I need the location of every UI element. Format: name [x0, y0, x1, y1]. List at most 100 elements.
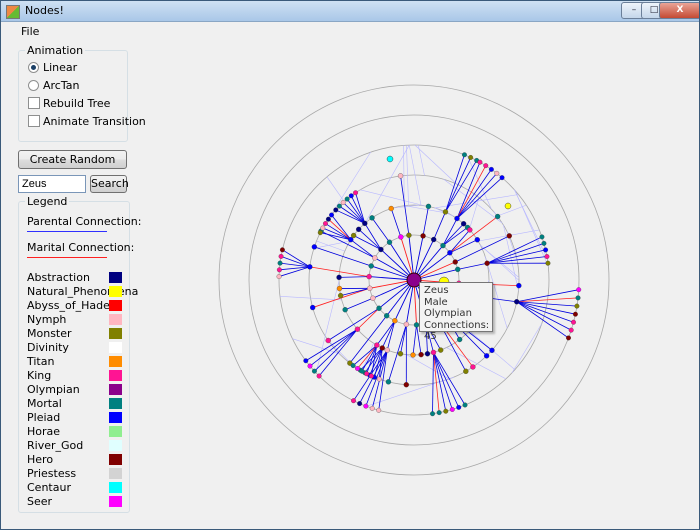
edge [456, 165, 487, 219]
graph-node [355, 366, 360, 371]
graph-node [455, 266, 461, 273]
edge [516, 301, 572, 331]
graph-node [452, 259, 458, 265]
app-window: Nodes! – □ X File Animation Linear ArcTa… [0, 0, 700, 530]
graph-node [468, 155, 474, 160]
graph-node [368, 263, 374, 269]
edge [412, 324, 417, 356]
graph-node [398, 234, 404, 240]
tooltip-connections: Connections: 45 [424, 319, 490, 343]
graph-node [440, 242, 446, 249]
graph-node [348, 237, 354, 243]
edge [335, 209, 365, 224]
graph-node [410, 352, 416, 358]
graph-node [276, 267, 282, 273]
graph-node [376, 407, 382, 413]
graph-node [307, 363, 313, 369]
edge [305, 328, 358, 362]
graph-node [303, 358, 309, 364]
graph-node [397, 173, 404, 179]
edge [433, 211, 446, 240]
graph-node [489, 347, 495, 353]
graph-node [320, 225, 326, 231]
graph-node [430, 349, 437, 356]
graph-node [418, 352, 424, 358]
tooltip-gender: Male [424, 296, 448, 308]
cross-link [511, 323, 543, 374]
edge [339, 276, 370, 278]
tooltip-name: Zeus [424, 285, 449, 296]
graph-node [378, 246, 384, 253]
graph-node [348, 193, 354, 199]
edge [449, 239, 478, 254]
graph-node [442, 209, 449, 215]
edge [486, 236, 543, 264]
graph-node [359, 368, 365, 374]
edge [388, 324, 407, 382]
graph-node [467, 227, 473, 233]
graph-node [460, 221, 467, 227]
graph-node [568, 327, 574, 333]
edge [325, 223, 351, 241]
graph-canvas[interactable] [1, 1, 699, 529]
graph-node [350, 232, 357, 239]
edge [314, 246, 372, 267]
edge [433, 352, 447, 412]
edge [346, 198, 366, 224]
graph-node [279, 247, 285, 253]
graph-node [494, 170, 500, 176]
graph-node [494, 213, 501, 220]
graph-node [506, 233, 512, 239]
graph-node [539, 234, 545, 240]
graph-node [278, 253, 284, 259]
edge [318, 328, 358, 377]
edge [442, 218, 458, 246]
graph-node [544, 254, 550, 259]
graph-node [385, 379, 392, 385]
graph-node [488, 166, 494, 172]
graph-node [325, 216, 331, 222]
graph-node [372, 255, 378, 261]
graph-node [374, 342, 380, 348]
edge [457, 262, 488, 270]
graph-node [575, 295, 581, 301]
cross-link [414, 144, 457, 185]
graph-node [572, 311, 578, 317]
graph-node [351, 398, 356, 404]
graph-node [545, 260, 551, 266]
edge [309, 328, 358, 367]
graph-node [329, 212, 334, 218]
graph-node [541, 240, 547, 246]
edge [487, 249, 546, 264]
edge [320, 230, 375, 259]
graph-node [325, 337, 331, 344]
cross-link [326, 176, 345, 202]
graph-node [447, 250, 453, 256]
graph-node [369, 405, 375, 411]
graph-node [462, 402, 468, 408]
graph-node [356, 226, 362, 233]
graph-node [340, 200, 346, 205]
edge [357, 308, 380, 330]
graph-node [367, 285, 373, 291]
graph-node [456, 404, 462, 410]
graph-node [436, 410, 442, 416]
edge [456, 173, 498, 219]
graph-node [425, 203, 432, 210]
graph-node [499, 175, 505, 181]
graph-node [574, 303, 580, 309]
graph-node [336, 203, 342, 209]
graph-node [310, 304, 316, 311]
graph-node [470, 364, 476, 370]
graph-node [368, 373, 374, 379]
graph-node [463, 368, 469, 374]
graph-node [454, 215, 460, 222]
graph-node [483, 163, 489, 169]
graph-node [571, 319, 576, 325]
graph-node [420, 233, 426, 239]
graph-node [443, 408, 449, 414]
graph-node [333, 207, 339, 213]
graph-node [369, 215, 375, 221]
edge [344, 297, 374, 311]
graph-node [311, 244, 318, 250]
